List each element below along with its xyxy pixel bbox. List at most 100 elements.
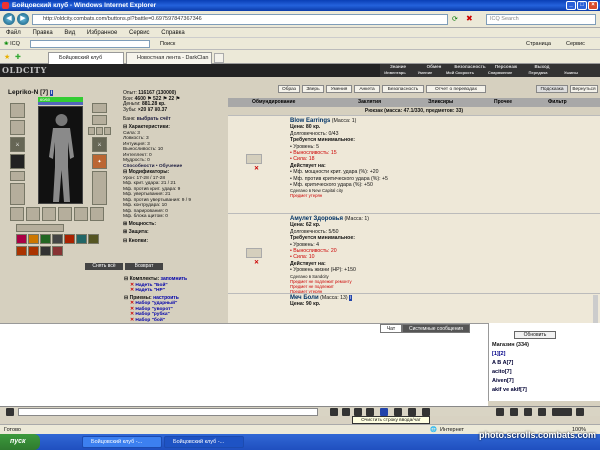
weapon-slot[interactable]: ⚔ [10,137,25,152]
item-name[interactable]: Blow Earrings [290,118,330,124]
profile-button[interactable]: Анкета [354,85,380,93]
tab-chat[interactable]: Чат [380,324,402,333]
item-slot-g[interactable] [16,224,64,232]
belt-slot[interactable] [10,171,25,181]
item-slot-a[interactable] [10,207,24,221]
favorites-star-icon[interactable]: ★ [4,53,10,61]
friends-icon[interactable] [496,408,504,416]
bracers-slot[interactable] [10,120,25,135]
tab-news-darkclan[interactable]: Новостная лента - DarkClan [126,52,212,64]
smile-icon[interactable] [342,408,350,416]
magic-slot-7[interactable] [88,234,99,244]
scrollbar[interactable] [593,295,598,323]
delete-icon[interactable]: ✕ [130,312,134,317]
item-slot-e[interactable] [74,207,88,221]
chat-area[interactable] [0,323,488,411]
delete-item-icon[interactable]: ✕ [254,165,259,172]
transfer-report-button[interactable]: Отчет о переводах [426,85,486,93]
character-name[interactable]: Lepriko-N [7] i [8,89,54,96]
help-icon[interactable] [538,408,546,416]
magic-slot-11[interactable] [52,246,63,256]
delete-icon[interactable]: ✕ [130,301,134,306]
magic-slot-5[interactable] [64,234,75,244]
magic-slot-8[interactable] [16,246,27,256]
tab-fight-club[interactable]: Бойцовский клуб [48,52,124,64]
magic-slot-3[interactable] [40,234,51,244]
tab-spells[interactable]: Заклятия [358,99,381,105]
minimize-button[interactable]: _ [566,1,576,10]
color-icon[interactable] [366,408,374,416]
close-button[interactable]: × [588,1,598,10]
security-button[interactable]: Безопасность [382,85,424,93]
item-slot-d[interactable] [58,207,72,221]
page-links[interactable]: [1][2] [492,351,505,357]
magic-slot-4[interactable] [52,234,63,244]
menu-favorites[interactable]: Избранное [87,30,117,36]
expand-toggle-icon[interactable]: ⊞ [123,229,127,235]
collapse-toggle-icon[interactable]: ⊟ [123,124,127,130]
choose-account-link[interactable]: выбрать счёт [137,116,171,123]
filter-icon[interactable] [408,408,416,416]
search-link[interactable]: Поиск [160,38,175,50]
menu-equipment[interactable]: Снаряжение [480,70,520,76]
ring1-slot[interactable] [88,127,95,135]
hint-button[interactable]: Подсказка [536,85,568,93]
new-tab-button[interactable] [214,53,224,63]
boots-slot[interactable] [92,171,107,205]
exit-icon[interactable] [576,408,584,416]
tab-equipment[interactable]: Обмундирование [252,99,295,105]
taskbar-window[interactable]: Бойцовский клуб -... [164,436,244,448]
return-button[interactable]: Возврат [125,263,163,270]
magic-slot-10[interactable] [40,246,51,256]
pants-slot[interactable] [10,183,25,205]
menu-speed[interactable]: Мой Скорость [440,70,480,76]
menu-skills[interactable]: Умение [410,70,440,76]
forward-icon[interactable]: ▶ [17,13,29,25]
skills-button[interactable]: Умения [326,85,352,93]
helmet-slot[interactable] [10,103,25,118]
map-icon[interactable] [524,408,532,416]
earrings-slot[interactable] [92,103,107,113]
search-input[interactable]: ICQ Search [486,14,596,25]
collapse-toggle-icon[interactable]: ⊟ [123,238,127,244]
delete-icon[interactable]: ✕ [130,318,134,323]
armor-slot[interactable] [10,154,25,169]
back-icon[interactable]: ◀ [3,13,15,25]
shield-slot[interactable]: ✦ [92,154,107,169]
menu-ears[interactable]: Ушины [556,70,586,76]
ring2-slot[interactable] [96,127,103,135]
clear-icon[interactable] [380,408,388,416]
tab-other[interactable]: Прочее [494,99,512,105]
chat-input[interactable] [18,408,318,416]
menu-tools[interactable]: Сервис [129,30,150,36]
menu-inventory[interactable]: Инвентарь [380,70,410,76]
stop-icon[interactable]: ✖ [466,14,473,23]
tab-elixirs[interactable]: Эликсиры [428,99,453,105]
taskbar-window[interactable]: Бойцовский клуб -... [82,436,162,448]
refresh-icon[interactable]: ⟳ [452,15,458,23]
amulet-icon[interactable] [246,248,262,258]
expand-toggle-icon[interactable]: ⊞ [123,221,127,227]
delete-icon[interactable]: ✕ [130,307,134,312]
info-icon[interactable]: i [49,90,54,96]
delete-item-icon[interactable]: ✕ [254,259,259,266]
menu-help[interactable]: Справка [161,30,185,36]
menu-file[interactable]: Файл [6,30,21,36]
magic-slot-1[interactable] [16,234,27,244]
refresh-button[interactable]: Обновить [514,331,556,339]
online-user[interactable]: A B A[7] [492,360,513,366]
magic-slot-9[interactable] [28,246,39,256]
icq-link[interactable]: ICQ [10,41,20,47]
menu-transfer[interactable]: Передача [520,70,556,76]
start-button[interactable]: пуск [0,434,40,450]
magic-slot-2[interactable] [28,234,39,244]
collapse-toggle-icon[interactable]: ⊟ [123,169,127,175]
tab-system-messages[interactable]: Системные сообщения [402,324,470,333]
translit-icon[interactable] [354,408,362,416]
set-item[interactable]: ✕ Надеть "НР" [124,288,224,294]
earrings-icon[interactable] [246,154,262,164]
item-slot-b[interactable] [26,207,40,221]
item-slot-f[interactable] [90,207,104,221]
item-name[interactable]: Амулет Здоровья [290,216,343,222]
menu-edit[interactable]: Правка [32,30,52,36]
